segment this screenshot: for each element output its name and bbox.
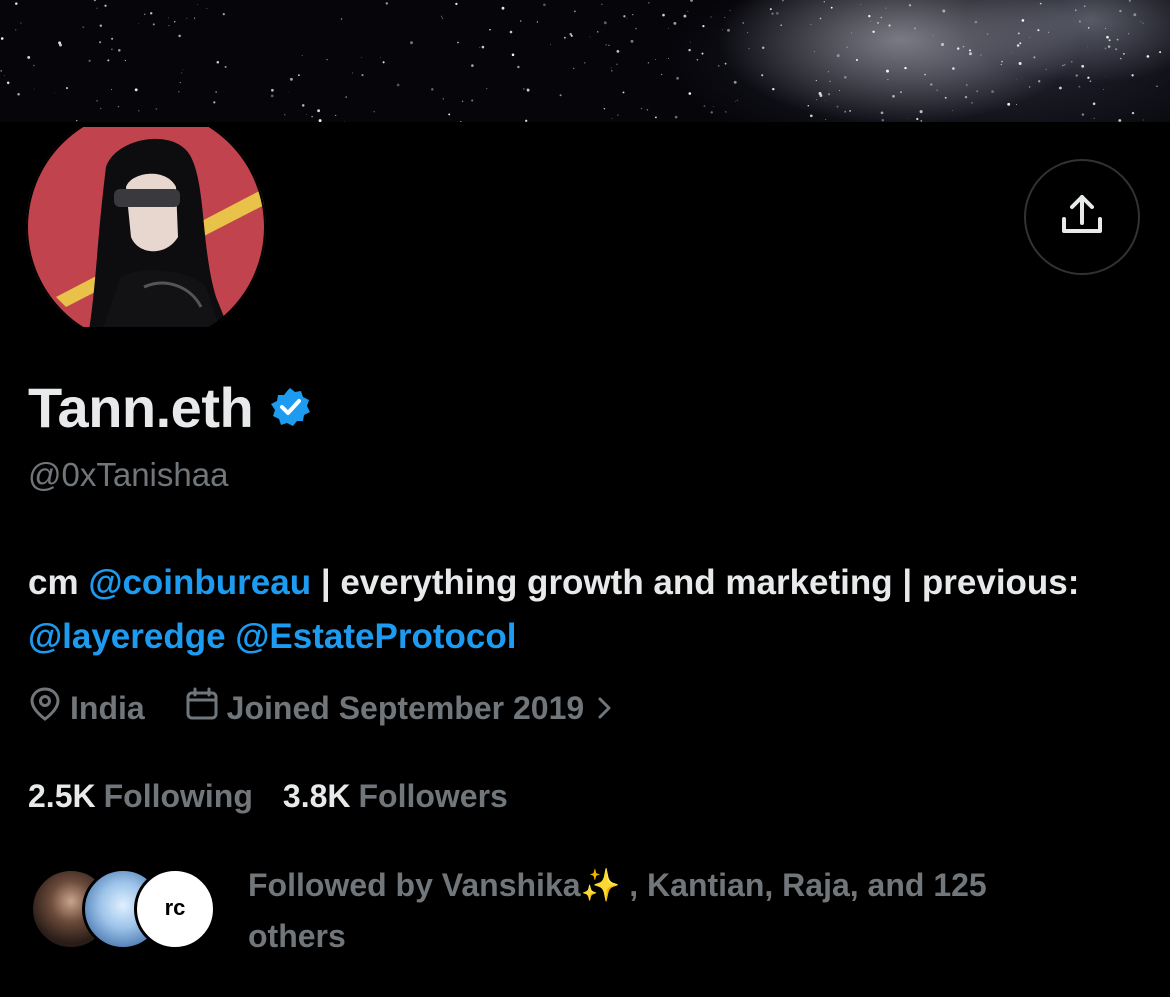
following-label: Following (103, 777, 253, 814)
profile-avatar[interactable] (26, 127, 267, 327)
profile-banner[interactable] (0, 0, 1170, 122)
profile-handle: @0xTanishaa (28, 456, 229, 493)
profile-bio: cm @coinbureau | everything growth and m… (28, 556, 1138, 664)
svg-text:rc: rc (165, 895, 186, 920)
bio-middle: | everything growth and marketing | prev… (311, 563, 1080, 602)
verified-badge-icon[interactable] (269, 386, 311, 428)
followers-link[interactable]: 3.8K Followers (283, 778, 508, 815)
share-button[interactable] (1024, 159, 1140, 275)
followers-count: 3.8K (282, 777, 351, 814)
display-name-text: Tann.eth (28, 375, 254, 439)
location-pin-icon (28, 686, 70, 730)
followed-by-avatars: rc (30, 868, 220, 950)
banner-starfield (0, 0, 1162, 122)
display-name: Tann.eth (28, 372, 311, 442)
bio-prefix: cm (28, 563, 89, 602)
chevron-right-icon (596, 694, 622, 722)
calendar-icon (185, 687, 227, 729)
bio-mention-coinbureau[interactable]: @coinbureau (88, 563, 311, 602)
bio-space (226, 617, 236, 656)
location: India (28, 686, 145, 730)
joined-date[interactable]: Joined September 2019 (185, 687, 622, 729)
following-link[interactable]: 2.5K Following (28, 778, 253, 815)
bio-mention-estateprotocol[interactable]: @EstateProtocol (235, 617, 516, 656)
follower-avatar: rc (134, 868, 216, 950)
followers-label: Followers (358, 777, 508, 814)
location-text: India (70, 689, 145, 726)
bio-mention-layeredge[interactable]: @layeredge (28, 617, 226, 656)
profile-meta: India Joined September 2019 (28, 686, 622, 730)
following-count: 2.5K (28, 777, 96, 814)
share-icon (1058, 191, 1106, 244)
joined-text: Joined September 2019 (226, 689, 585, 726)
followed-by-text: Followed by Vanshika✨ , Kantian, Raja, a… (248, 867, 987, 954)
follow-stats: 2.5K Following 3.8K Followers (28, 776, 508, 816)
